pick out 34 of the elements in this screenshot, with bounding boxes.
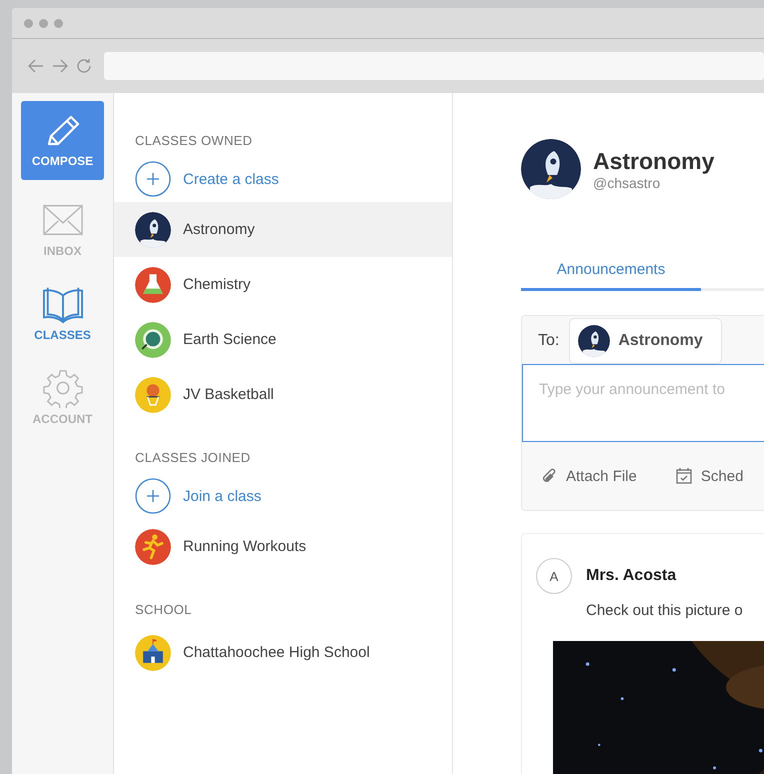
calendar-icon bbox=[674, 467, 693, 485]
section-heading: CLASSES JOINED bbox=[134, 450, 252, 465]
announcements-tab[interactable]: Announcements bbox=[521, 251, 701, 291]
window-control-dot[interactable] bbox=[39, 18, 48, 28]
address-bar[interactable] bbox=[104, 52, 764, 80]
class-list-item[interactable]: Earth Science bbox=[114, 312, 452, 367]
attach-file-button[interactable]: Attach File bbox=[540, 467, 637, 485]
class-title: Astronomy bbox=[593, 148, 714, 174]
add-class-link[interactable]: Join a class bbox=[114, 473, 452, 519]
plus-circle-icon bbox=[135, 478, 171, 514]
add-class-link[interactable]: Create a class bbox=[114, 156, 452, 202]
class-list-item[interactable]: JV Basketball bbox=[114, 367, 452, 422]
rocket-avatar-icon bbox=[521, 139, 581, 199]
nav-classes-tab[interactable]: CLASSES bbox=[18, 278, 108, 348]
schedule-button[interactable]: Sched bbox=[674, 467, 744, 485]
class-handle: @chsastro bbox=[593, 174, 662, 190]
paperclip-icon bbox=[540, 467, 558, 485]
section-heading: SCHOOL bbox=[134, 602, 193, 617]
class-list-item[interactable]: Astronomy bbox=[114, 202, 452, 257]
announcement-field[interactable]: Type your announcement to bbox=[522, 364, 764, 442]
rocket-avatar-icon bbox=[578, 325, 610, 357]
class-list-item[interactable]: Chemistry bbox=[114, 257, 452, 312]
post-text: Check out this picture o bbox=[586, 602, 744, 619]
author-avatar: A bbox=[536, 558, 572, 594]
compose-button[interactable]: COMPOSE bbox=[21, 101, 104, 180]
window-control-dot[interactable] bbox=[24, 18, 33, 28]
class-list-item[interactable]: Chattahoochee High School bbox=[114, 625, 452, 680]
plus-circle-icon bbox=[135, 161, 171, 197]
window-control-dot[interactable] bbox=[54, 18, 63, 28]
section-heading: CLASSES OWNED bbox=[134, 133, 254, 148]
author-name: Mrs. Acosta bbox=[586, 567, 678, 585]
to-label: To: bbox=[538, 332, 560, 350]
class-list-item[interactable]: Running Workouts bbox=[114, 519, 452, 574]
recipient-chip[interactable]: Astronomy bbox=[569, 318, 722, 364]
